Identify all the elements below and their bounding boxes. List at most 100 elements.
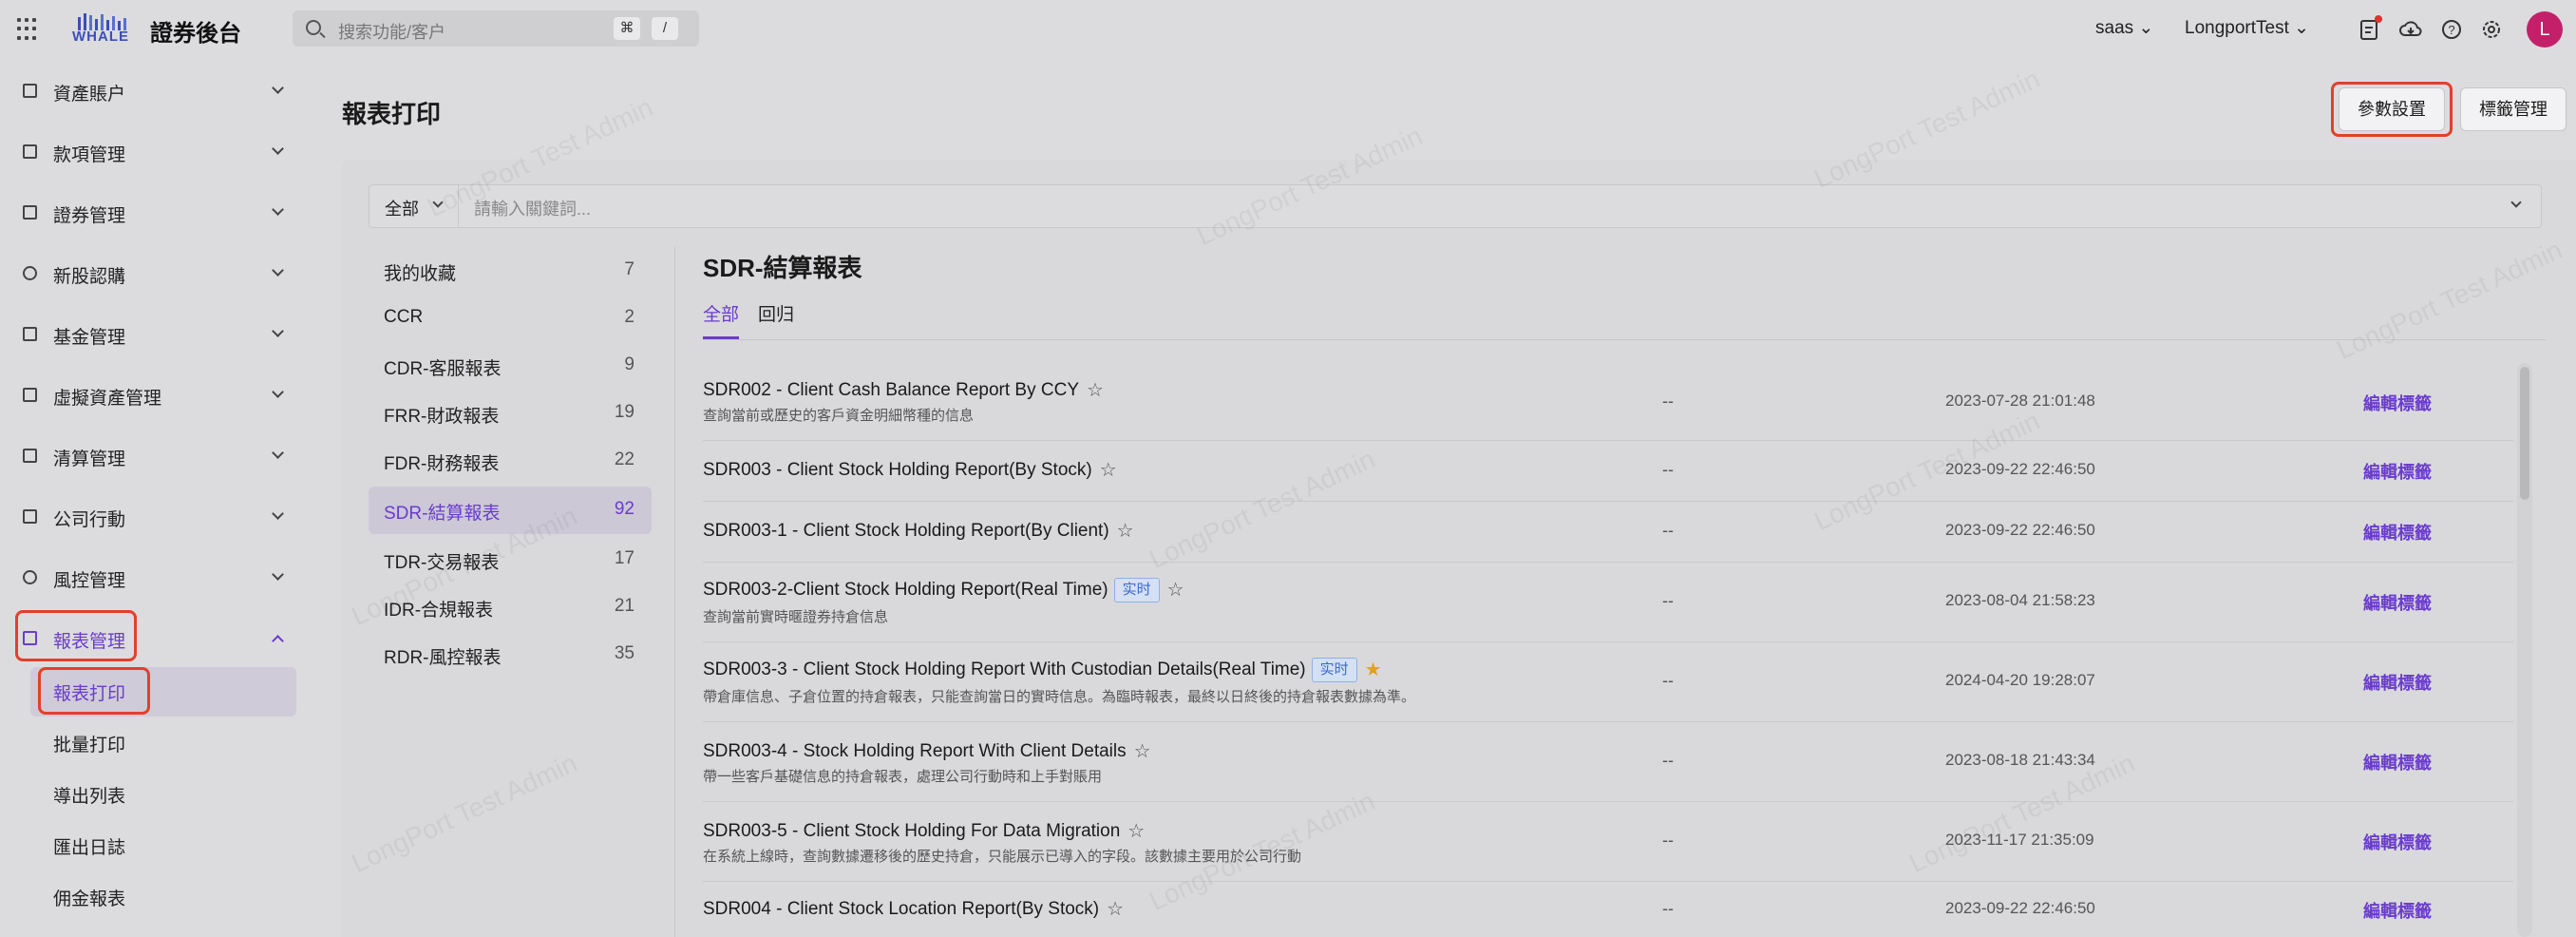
report-row[interactable]: SDR004 - Client Stock Location Report(By…: [703, 882, 2513, 937]
report-tags: --: [1662, 899, 1674, 918]
tag-management-button[interactable]: 標籤管理: [2460, 87, 2567, 131]
app-title: 證券後台: [150, 21, 241, 47]
chevron-down-icon[interactable]: [2510, 197, 2522, 208]
star-outline-icon[interactable]: ☆: [1087, 378, 1104, 402]
star-filled-icon[interactable]: ★: [1365, 658, 1382, 681]
sidebar-subitem-batch-print[interactable]: 批量打印: [0, 718, 315, 766]
category-select[interactable]: 全部: [369, 185, 459, 227]
report-title[interactable]: SDR003-5 - Client Stock Holding For Data…: [703, 819, 1145, 843]
sidebar-item-clearing[interactable]: 清算管理: [0, 431, 315, 481]
chevron-down-icon: [272, 507, 284, 520]
chevron-down-icon: [272, 447, 284, 459]
category-item-frr[interactable]: FRR-財政報表 19: [369, 390, 652, 437]
global-search[interactable]: 搜索功能/客户 ⌘ /: [293, 10, 699, 47]
settings-icon[interactable]: [2481, 19, 2502, 40]
category-item-fdr[interactable]: FDR-財務報表 22: [369, 437, 652, 485]
report-row[interactable]: SDR003-5 - Client Stock Holding For Data…: [703, 802, 2513, 882]
avatar[interactable]: L: [2527, 11, 2563, 48]
category-item-favorites[interactable]: 我的收藏 7: [369, 247, 652, 295]
report-updated-at: 2023-09-22 22:46:50: [1945, 460, 2095, 478]
report-title[interactable]: SDR004 - Client Stock Location Report(By…: [703, 897, 1124, 921]
report-row[interactable]: SDR003-4 - Stock Holding Report With Cli…: [703, 722, 2513, 802]
edit-tags-link[interactable]: 編輯標籤: [2363, 459, 2432, 484]
edit-tags-link[interactable]: 編輯標籤: [2363, 391, 2432, 415]
scrollbar-thumb[interactable]: [2520, 367, 2529, 500]
report-title-text: SDR004 - Client Stock Location Report(By…: [703, 899, 1100, 919]
star-outline-icon[interactable]: ☆: [1127, 819, 1145, 843]
report-title[interactable]: SDR002 - Client Cash Balance Report By C…: [703, 378, 1104, 402]
sidebar-subitem-export-list[interactable]: 導出列表: [0, 770, 315, 817]
report-tags: --: [1662, 751, 1674, 770]
category-count: 21: [614, 596, 635, 616]
report-updated-at: 2023-08-18 21:43:34: [1945, 751, 2095, 769]
section-title: SDR-結算報表: [703, 254, 862, 282]
report-title-text: SDR002 - Client Cash Balance Report By C…: [703, 380, 1080, 400]
edit-tags-link[interactable]: 編輯標籤: [2363, 670, 2432, 695]
report-description: 帶倉庫信息、子倉位置的持倉報表，只能查詢當日的實時信息。為臨時報表，最終以日終後…: [703, 689, 1416, 705]
category-count: 17: [614, 548, 635, 568]
report-title[interactable]: SDR003-1 - Client Stock Holding Report(B…: [703, 519, 1134, 543]
report-row[interactable]: SDR003-2-Client Stock Holding Report(Rea…: [703, 563, 2513, 642]
account-switcher[interactable]: LongportTest ⌄: [2185, 17, 2309, 39]
sidebar-item-virtual-assets[interactable]: 虛擬資產管理: [0, 371, 315, 420]
sidebar-subitem-commission-report[interactable]: 佣金報表: [0, 872, 315, 920]
star-outline-icon[interactable]: ☆: [1117, 519, 1134, 543]
tab-regression[interactable]: 回归: [758, 300, 794, 326]
edit-tags-link[interactable]: 編輯標籤: [2363, 750, 2432, 774]
sidebar-item-corporate-action[interactable]: 公司行動: [0, 492, 315, 542]
account-label: LongportTest: [2185, 18, 2289, 38]
chevron-down-icon: ⌄: [2294, 18, 2310, 38]
category-item-rdr[interactable]: RDR-風控報表 35: [369, 631, 652, 679]
help-icon[interactable]: ?: [2441, 19, 2462, 40]
report-row[interactable]: SDR003 - Client Stock Holding Report(By …: [703, 441, 2513, 502]
report-title[interactable]: SDR003-4 - Stock Holding Report With Cli…: [703, 739, 1151, 763]
sidebar-item-asset-account[interactable]: 資產賬户: [0, 67, 315, 116]
report-row[interactable]: SDR003-1 - Client Stock Holding Report(B…: [703, 502, 2513, 563]
category-item-cdr[interactable]: CDR-客服報表 9: [369, 342, 652, 390]
report-title[interactable]: SDR003-3 - Client Stock Holding Report W…: [703, 658, 1382, 682]
category-item-sdr[interactable]: SDR-結算報表 92: [369, 487, 652, 534]
shortcut-cmd-key: ⌘: [614, 17, 640, 40]
report-title[interactable]: SDR003 - Client Stock Holding Report(By …: [703, 458, 1117, 482]
report-row[interactable]: SDR002 - Client Cash Balance Report By C…: [703, 365, 2513, 441]
star-outline-icon[interactable]: ☆: [1167, 578, 1184, 602]
document-icon: [23, 144, 37, 159]
category-item-idr[interactable]: IDR-合規報表 21: [369, 583, 652, 631]
sidebar-item-ipo[interactable]: 新股認購: [0, 249, 315, 298]
edit-tags-link[interactable]: 編輯標籤: [2363, 590, 2432, 615]
report-tags: --: [1662, 671, 1674, 690]
sidebar-item-fund-mgmt[interactable]: 基金管理: [0, 310, 315, 359]
star-outline-icon[interactable]: ☆: [1100, 458, 1117, 482]
star-outline-icon[interactable]: ☆: [1134, 739, 1151, 763]
report-title-text: SDR003-3 - Client Stock Holding Report W…: [703, 660, 1306, 679]
sidebar-item-funds[interactable]: 款項管理: [0, 127, 315, 177]
report-row[interactable]: SDR003-3 - Client Stock Holding Report W…: [703, 642, 2513, 722]
chevron-down-icon: [272, 325, 284, 337]
sidebar-item-risk[interactable]: 風控管理: [0, 553, 315, 602]
category-label: 我的收藏: [384, 264, 457, 284]
sidebar-item-label: 資產賬户: [53, 85, 126, 105]
sidebar-item-securities[interactable]: 證券管理: [0, 188, 315, 238]
report-title[interactable]: SDR003-2-Client Stock Holding Report(Rea…: [703, 578, 1184, 602]
keyword-input[interactable]: 請輸入關鍵詞...: [474, 196, 591, 220]
sidebar-subitem-label: 佣金報表: [53, 889, 126, 909]
sidebar-item-label: 公司行動: [53, 510, 126, 530]
category-item-ccr[interactable]: CCR 2: [369, 295, 652, 342]
download-icon[interactable]: [2399, 18, 2422, 41]
edit-tags-link[interactable]: 編輯標籤: [2363, 898, 2432, 923]
star-outline-icon[interactable]: ☆: [1107, 897, 1124, 921]
tenant-switcher[interactable]: saas ⌄: [2095, 17, 2153, 39]
apps-grid-icon[interactable]: [17, 18, 40, 41]
edit-tags-link[interactable]: 編輯標籤: [2363, 830, 2432, 854]
category-count: 2: [624, 307, 635, 327]
category-item-tdr[interactable]: TDR-交易報表 17: [369, 536, 652, 583]
sidebar-subitem-export-log[interactable]: 匯出日誌: [0, 821, 315, 869]
category-count: 92: [614, 499, 635, 519]
report-description: 帶一些客戶基礎信息的持倉報表，處理公司行動時和上手對賬用: [703, 769, 1103, 785]
search-icon: [306, 20, 321, 35]
tab-all[interactable]: 全部: [703, 300, 739, 326]
sidebar-item-label: 虛擬資產管理: [53, 389, 162, 409]
active-tab-indicator: [703, 336, 739, 339]
edit-tags-link[interactable]: 編輯標籤: [2363, 520, 2432, 545]
report-updated-at: 2023-09-22 22:46:50: [1945, 521, 2095, 539]
